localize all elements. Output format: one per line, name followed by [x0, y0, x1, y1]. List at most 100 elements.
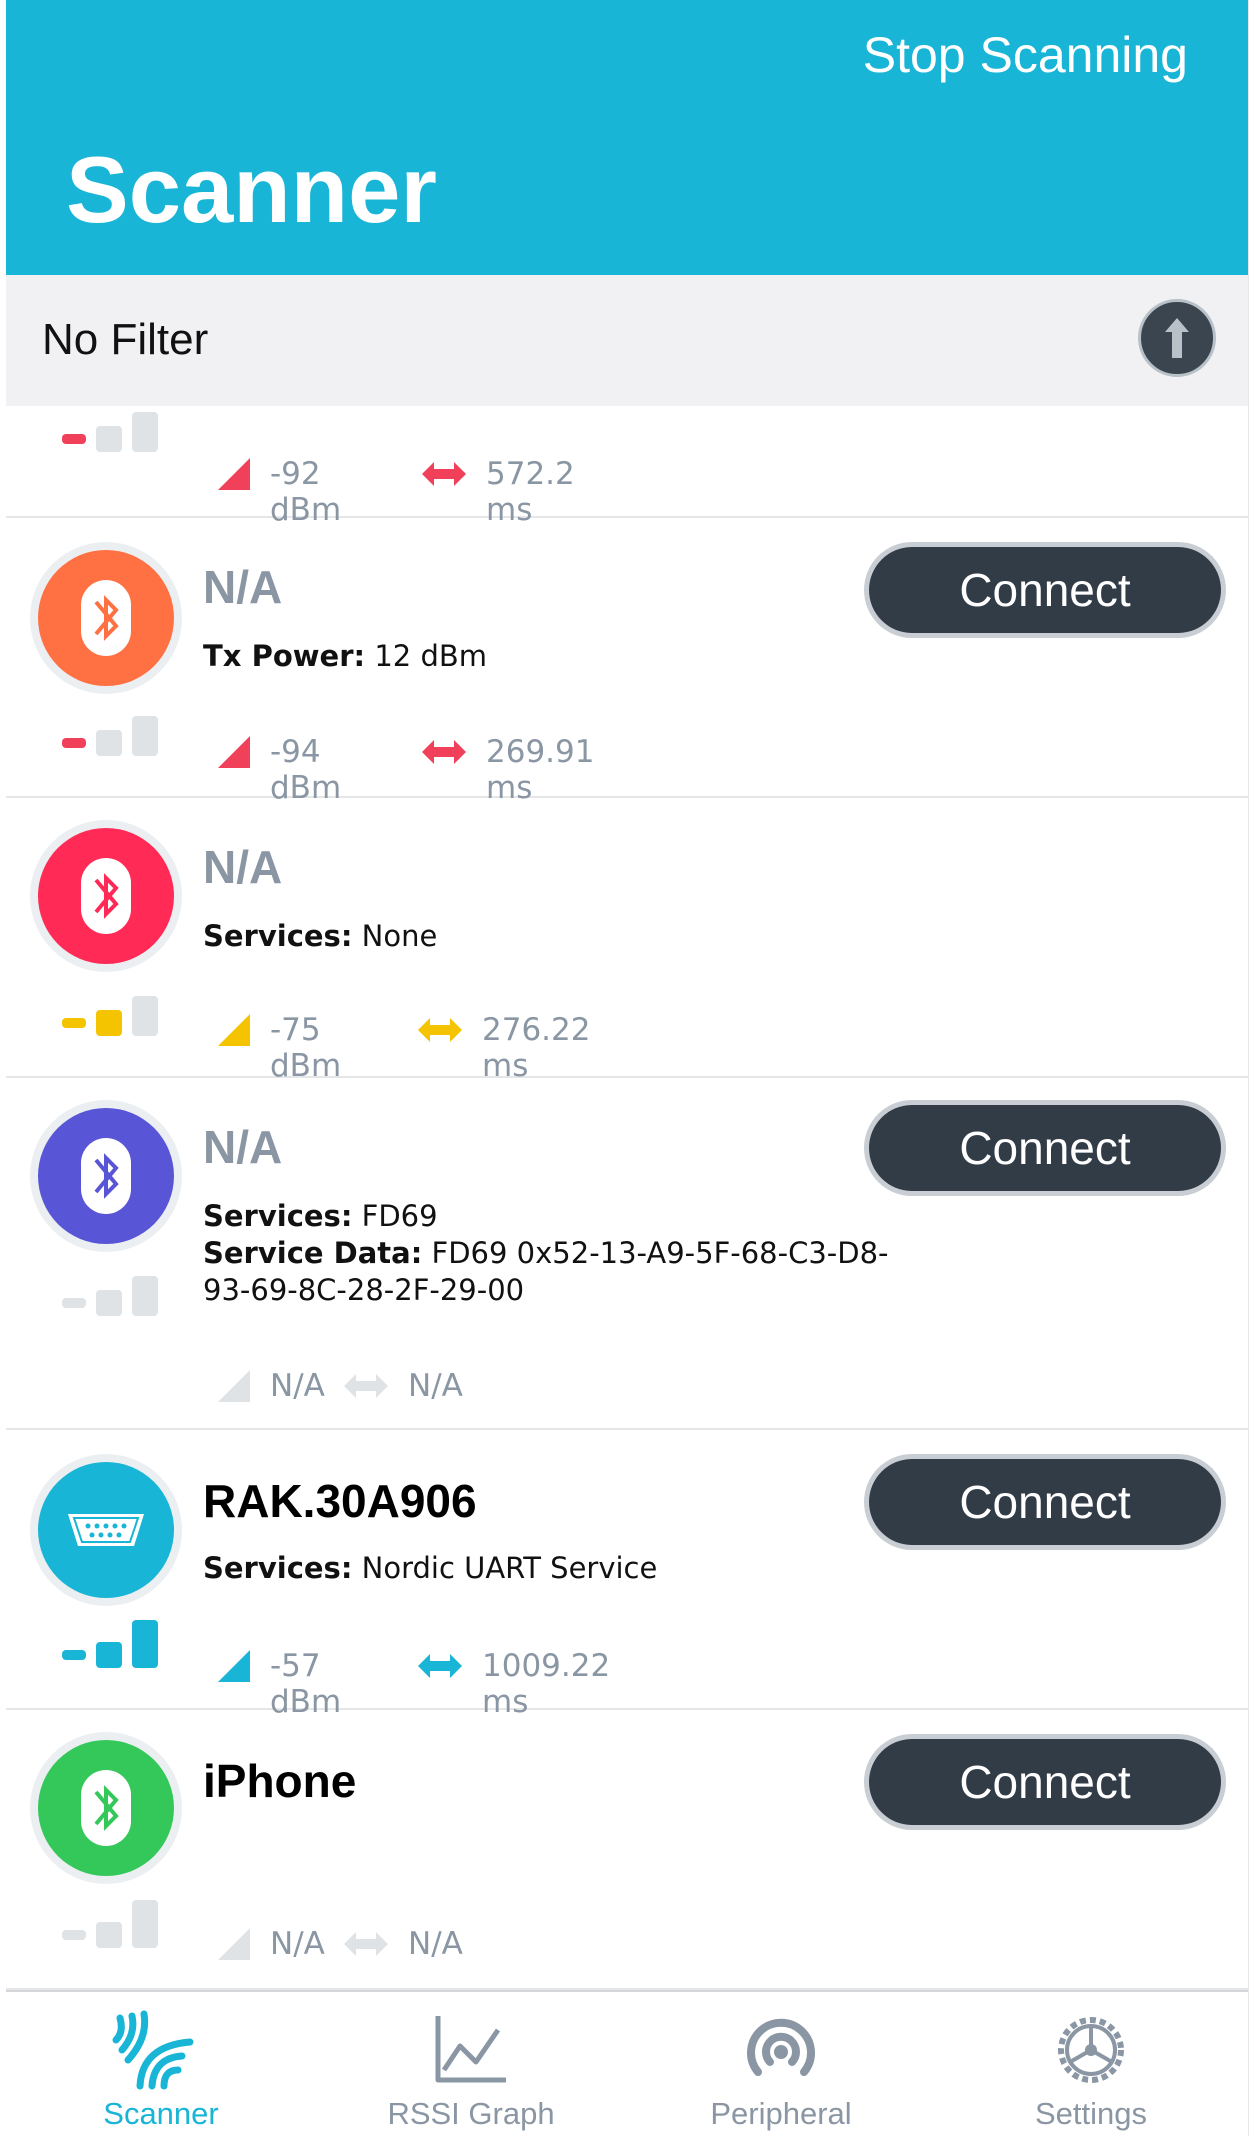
device-avatar [30, 1732, 182, 1884]
info-key: Services: [203, 1551, 353, 1585]
signal-strength-bars [52, 400, 162, 452]
bluetooth-icon [81, 1138, 131, 1214]
filter-label: No Filter [42, 315, 209, 364]
device-info: Services: FD69 Service Data: FD69 0x52-1… [203, 1198, 903, 1309]
connect-button-label: Connect [869, 1459, 1221, 1545]
rssi-value: N/A [270, 1926, 325, 1962]
device-name: N/A [203, 1121, 283, 1173]
connect-button-label: Connect [869, 1739, 1221, 1825]
bluetooth-icon [81, 1770, 131, 1846]
signal-bar-2 [96, 426, 122, 452]
tab-bar: Scanner RSSI Graph Peripheral Settings [6, 1990, 1248, 2136]
stop-scanning-button[interactable]: Stop Scanning [863, 26, 1188, 84]
interval-value: 269.91 ms [486, 734, 595, 806]
signal-bar-1 [62, 1298, 86, 1308]
signal-bar-3 [132, 716, 158, 756]
interval-arrows-icon [422, 740, 466, 764]
tab-label: Scanner [103, 2096, 219, 2131]
connect-button[interactable]: Connect [864, 1734, 1226, 1830]
signal-bar-3 [132, 1900, 158, 1948]
device-row[interactable]: N/A Services: None -75 dBm 276.22 ms [6, 798, 1248, 1084]
tab-label: Peripheral [710, 2096, 852, 2131]
info-value: Nordic UART Service [352, 1551, 658, 1585]
device-avatar [30, 820, 182, 972]
tab-scanner[interactable]: Scanner [6, 1992, 316, 2136]
signal-bar-2 [96, 1642, 122, 1668]
interval-arrows-icon [344, 1932, 388, 1956]
device-name: N/A [203, 841, 283, 893]
filter-expand-button[interactable] [1138, 299, 1216, 377]
rssi-triangle-icon [218, 1928, 250, 1960]
filter-bar[interactable]: No Filter [6, 275, 1248, 406]
device-row[interactable]: RAK.30A906 Services: Nordic UART Service… [6, 1430, 1248, 1720]
signal-bar-3 [132, 1620, 158, 1668]
info-value: 12 dBm [365, 639, 488, 673]
interval-value: 276.22 ms [482, 1012, 591, 1084]
device-row[interactable]: iPhone Connect N/A N/A [6, 1710, 1248, 1990]
info-line: Service Data: FD69 0x52-13-A9-5F-68-C3-D… [203, 1235, 903, 1309]
broadcast-icon [747, 2018, 815, 2076]
connect-button[interactable]: Connect [864, 1100, 1226, 1196]
nav-header: Stop Scanning Scanner [6, 0, 1248, 275]
info-value: FD69 [352, 1199, 438, 1233]
signal-bar-1 [62, 1930, 86, 1940]
signal-bar-2 [96, 1290, 122, 1316]
serial-port-icon [68, 1514, 144, 1546]
gear-icon [1058, 2017, 1124, 2083]
info-key: Services: [203, 1199, 353, 1233]
interval-value: N/A [408, 1368, 463, 1404]
connect-button[interactable]: Connect [864, 542, 1226, 638]
signal-strength-bars [52, 1616, 162, 1668]
connect-button[interactable]: Connect [864, 1454, 1226, 1550]
interval-value: N/A [408, 1926, 463, 1962]
rssi-triangle-icon [218, 736, 250, 768]
rssi-value: N/A [270, 1368, 325, 1404]
tab-rssi-graph[interactable]: RSSI Graph [316, 1992, 626, 2136]
device-avatar [30, 1100, 182, 1252]
arrow-up-icon [1165, 318, 1189, 358]
bluetooth-icon [81, 858, 131, 934]
interval-arrows-icon [422, 462, 466, 486]
signal-strength-bars [52, 984, 162, 1036]
graph-icon [435, 2016, 506, 2083]
device-info: Services: None [203, 918, 903, 955]
signal-bar-2 [96, 730, 122, 756]
signal-strength-bars [52, 1896, 162, 1948]
device-info: Services: Nordic UART Service [203, 1550, 903, 1587]
device-row[interactable]: N/A Tx Power: 12 dBm Connect -94 dBm 269… [6, 518, 1248, 806]
rssi-value: -94 dBm [270, 734, 342, 806]
interval-arrows-icon [418, 1018, 462, 1042]
signal-bar-1 [62, 738, 86, 748]
tab-settings[interactable]: Settings [936, 1992, 1246, 2136]
rssi-triangle-icon [218, 458, 250, 490]
signal-bar-1 [62, 434, 86, 444]
signal-bar-1 [62, 1018, 86, 1028]
device-avatar [30, 542, 182, 694]
device-row[interactable]: -92 dBm 572.2 ms [6, 406, 1248, 528]
device-name: N/A [203, 561, 283, 613]
rssi-triangle-icon [218, 1370, 250, 1402]
rssi-triangle-icon [218, 1650, 250, 1682]
device-info: Tx Power: 12 dBm [203, 638, 903, 675]
tab-peripheral[interactable]: Peripheral [626, 1992, 936, 2136]
signal-bar-2 [96, 1010, 122, 1036]
interval-arrows-icon [344, 1374, 388, 1398]
rssi-triangle-icon [218, 1014, 250, 1046]
device-name: RAK.30A906 [203, 1475, 477, 1527]
info-key: Services: [203, 919, 353, 953]
signal-bar-2 [96, 1922, 122, 1948]
info-key: Tx Power: [203, 639, 366, 673]
info-line: Services: FD69 [203, 1198, 903, 1235]
signal-bar-3 [132, 412, 158, 452]
info-key: Service Data: [203, 1236, 423, 1270]
signal-bar-1 [62, 1650, 86, 1660]
device-row[interactable]: N/A Services: FD69 Service Data: FD69 0x… [6, 1078, 1248, 1430]
interval-arrows-icon [418, 1654, 462, 1678]
tab-label: Settings [1034, 2096, 1147, 2131]
signal-bar-3 [132, 996, 158, 1036]
app-screen: Stop Scanning Scanner No Filter -92 dBm … [6, 0, 1249, 2136]
connect-button-label: Connect [869, 547, 1221, 633]
info-value: None [352, 919, 438, 953]
rssi-value: -75 dBm [270, 1012, 342, 1084]
bluetooth-icon [81, 580, 131, 656]
